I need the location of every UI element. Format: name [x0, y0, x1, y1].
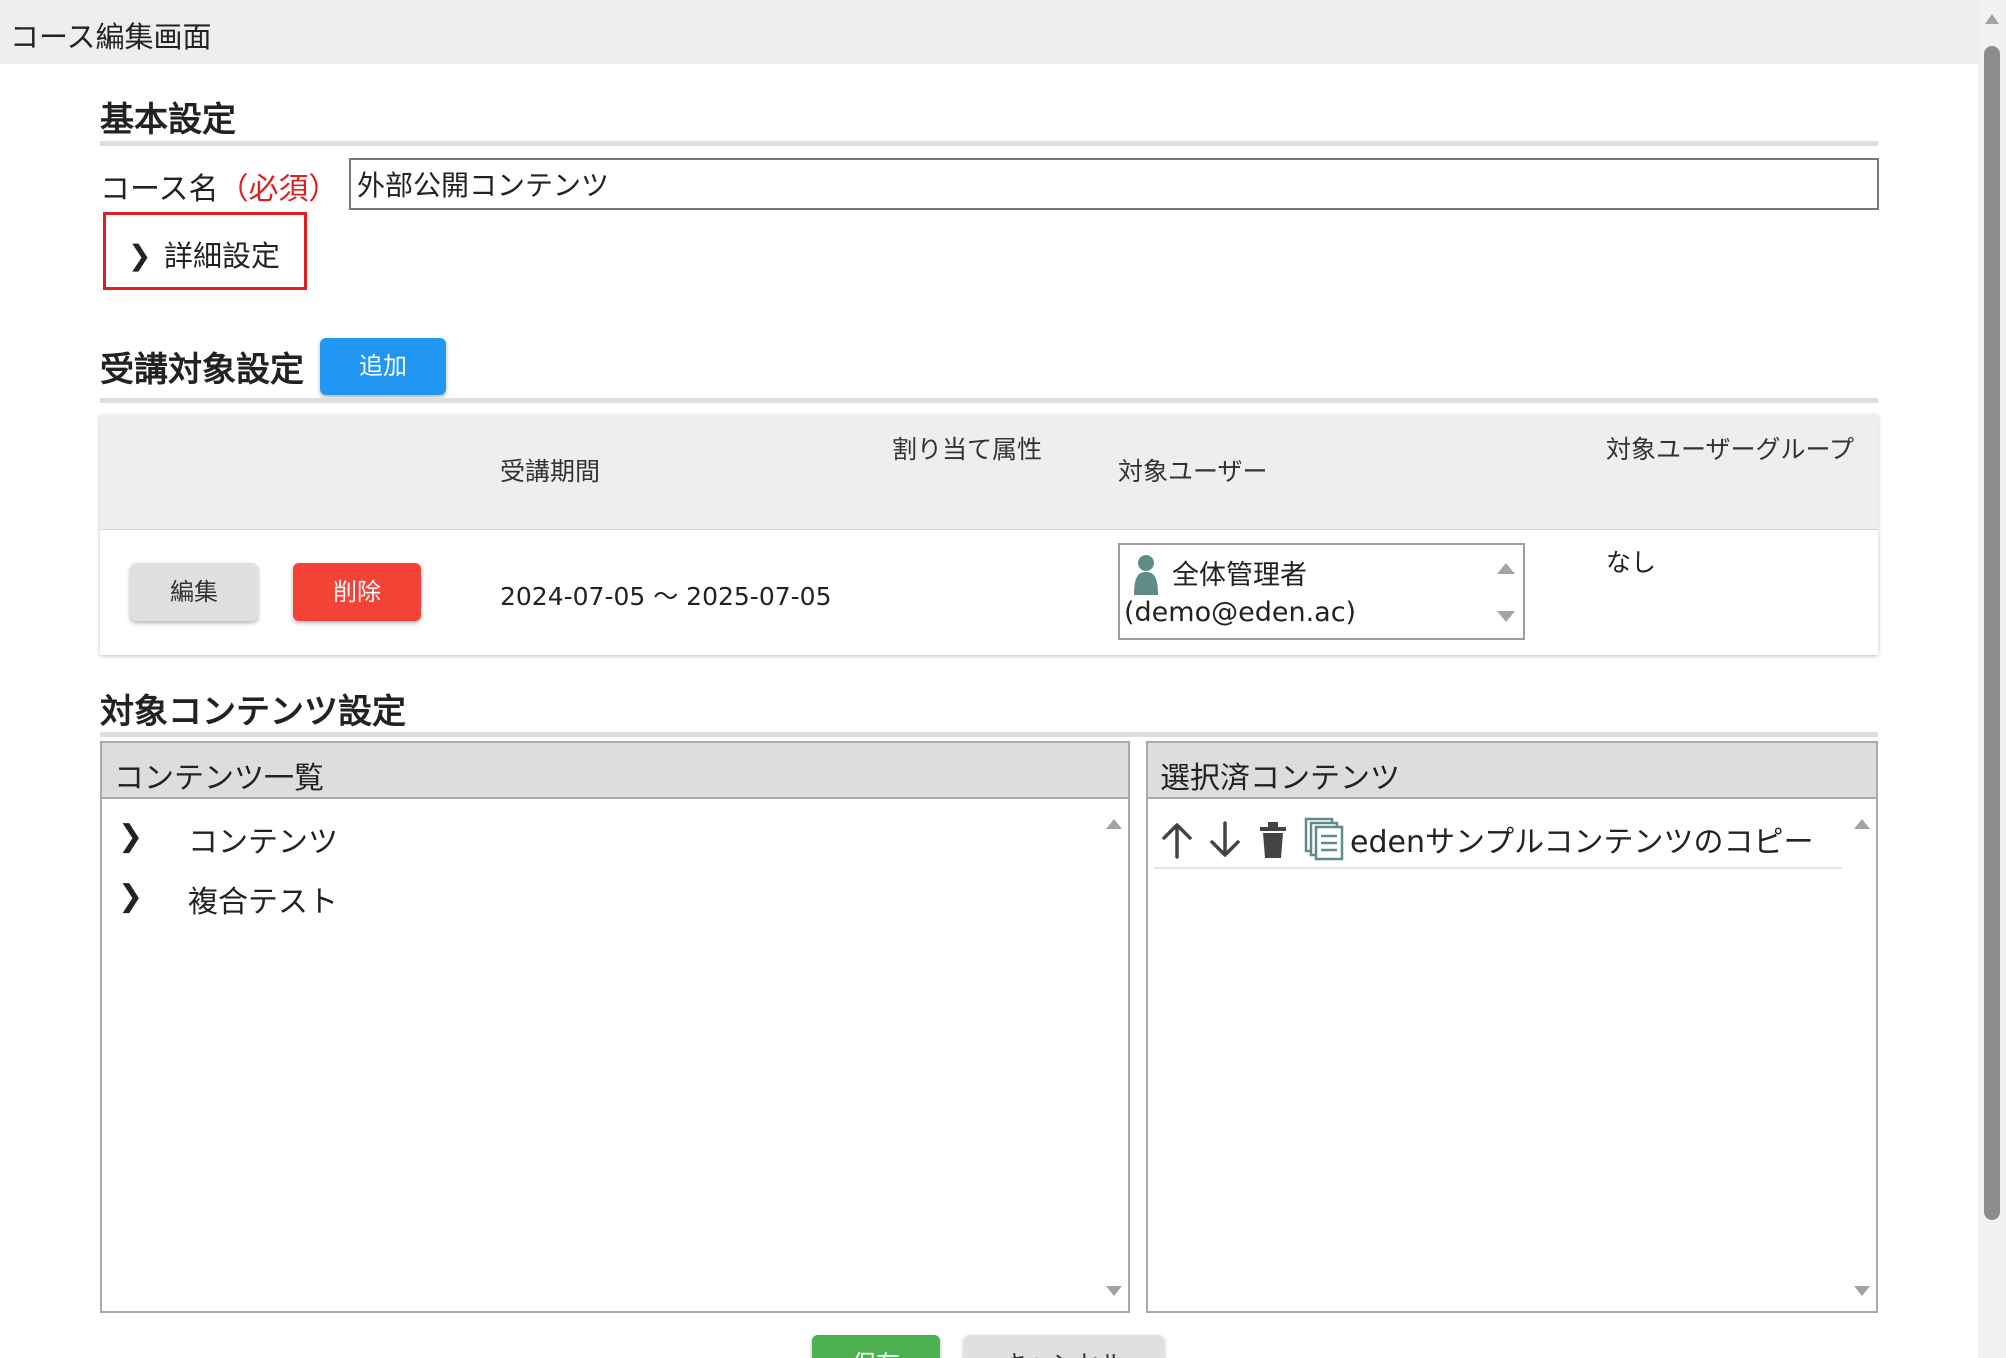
trash-icon[interactable] — [1258, 821, 1288, 859]
add-target-button[interactable]: 追加 — [320, 338, 446, 395]
table-header: 受講期間 割り当て属性 対象ユーザー 対象ユーザーグループ — [100, 415, 1878, 530]
arrow-down-icon[interactable] — [1208, 821, 1242, 859]
selected-content-panel-title: 選択済コンテンツ — [1160, 761, 1400, 796]
window-titlebar: コース編集画面 — [0, 0, 1978, 64]
basic-settings-divider — [100, 141, 1878, 146]
chevron-right-icon: ❯ — [128, 239, 152, 272]
tree-item-label[interactable]: 複合テスト — [188, 877, 338, 921]
column-header-attribute: 割り当て属性 — [892, 435, 1043, 464]
panel-scroll-up-icon[interactable] — [1854, 819, 1870, 829]
list-scroll-down-icon[interactable] — [1497, 611, 1515, 622]
selected-content-row: edenサンプルコンテンツのコピー — [1154, 811, 1842, 869]
column-header-user: 対象ユーザー — [1118, 457, 1268, 486]
user-group-cell: なし — [1606, 548, 1657, 577]
detail-settings-toggle[interactable]: ❯ 詳細設定 — [103, 212, 307, 290]
content-list-panel: コンテンツ一覧 ❯ コンテンツ ❯ 複合テスト — [100, 741, 1130, 1313]
save-button[interactable]: 保存 — [812, 1335, 940, 1358]
basic-settings-heading: 基本設定 — [100, 100, 236, 140]
person-icon — [1134, 555, 1158, 595]
list-scroll-up-icon[interactable] — [1497, 563, 1515, 574]
page-scrollbar[interactable] — [1978, 0, 2006, 1358]
scrollbar-thumb[interactable] — [1984, 46, 2000, 1220]
selected-content-label[interactable]: edenサンプルコンテンツのコピー — [1350, 817, 1813, 861]
required-mark: （必須） — [218, 172, 339, 207]
content-list-panel-header: コンテンツ一覧 — [102, 743, 1128, 799]
selected-content-panel-header: 選択済コンテンツ — [1148, 743, 1876, 799]
course-name-label-text: コース名 — [100, 172, 219, 207]
detail-settings-label: 詳細設定 — [164, 239, 281, 273]
user-name: 全体管理者 — [1172, 560, 1307, 591]
panel-scroll-down-icon[interactable] — [1106, 1286, 1122, 1296]
chevron-right-icon[interactable]: ❯ — [118, 819, 143, 854]
target-settings-divider — [100, 398, 1878, 403]
arrow-up-icon[interactable] — [1160, 821, 1194, 859]
edit-button[interactable]: 編集 — [130, 563, 258, 621]
cancel-button[interactable]: キャンセル — [964, 1335, 1164, 1358]
column-header-user-group: 対象ユーザーグループ — [1606, 435, 1855, 464]
selected-content-panel: 選択済コンテンツ edenサンプルコンテンツのコピー — [1146, 741, 1878, 1313]
content-settings-divider — [100, 732, 1878, 737]
target-table: 受講期間 割り当て属性 対象ユーザー 対象ユーザーグループ 編集 削除 2024… — [100, 415, 1878, 655]
panel-scroll-down-icon[interactable] — [1854, 1286, 1870, 1296]
panel-scroll-up-icon[interactable] — [1106, 819, 1122, 829]
window-title: コース編集画面 — [10, 20, 212, 54]
tree-item-label[interactable]: コンテンツ — [188, 817, 338, 861]
course-name-input[interactable] — [349, 158, 1879, 210]
content-settings-heading: 対象コンテンツ設定 — [100, 692, 406, 732]
copy-content-icon — [1304, 817, 1344, 861]
period-cell: 2024-07-05 〜 2025-07-05 — [500, 582, 832, 611]
scroll-up-arrow-icon[interactable] — [1985, 14, 1999, 24]
target-user-list[interactable]: 全体管理者 (demo@eden.ac) — [1118, 543, 1525, 640]
course-name-label: コース名（必須） — [100, 164, 339, 208]
delete-button[interactable]: 削除 — [293, 563, 421, 621]
chevron-right-icon[interactable]: ❯ — [118, 879, 143, 914]
target-settings-heading: 受講対象設定 — [100, 350, 304, 390]
column-header-period: 受講期間 — [500, 457, 601, 486]
content-list-panel-title: コンテンツ一覧 — [114, 761, 324, 796]
user-email: (demo@eden.ac) — [1124, 597, 1357, 628]
